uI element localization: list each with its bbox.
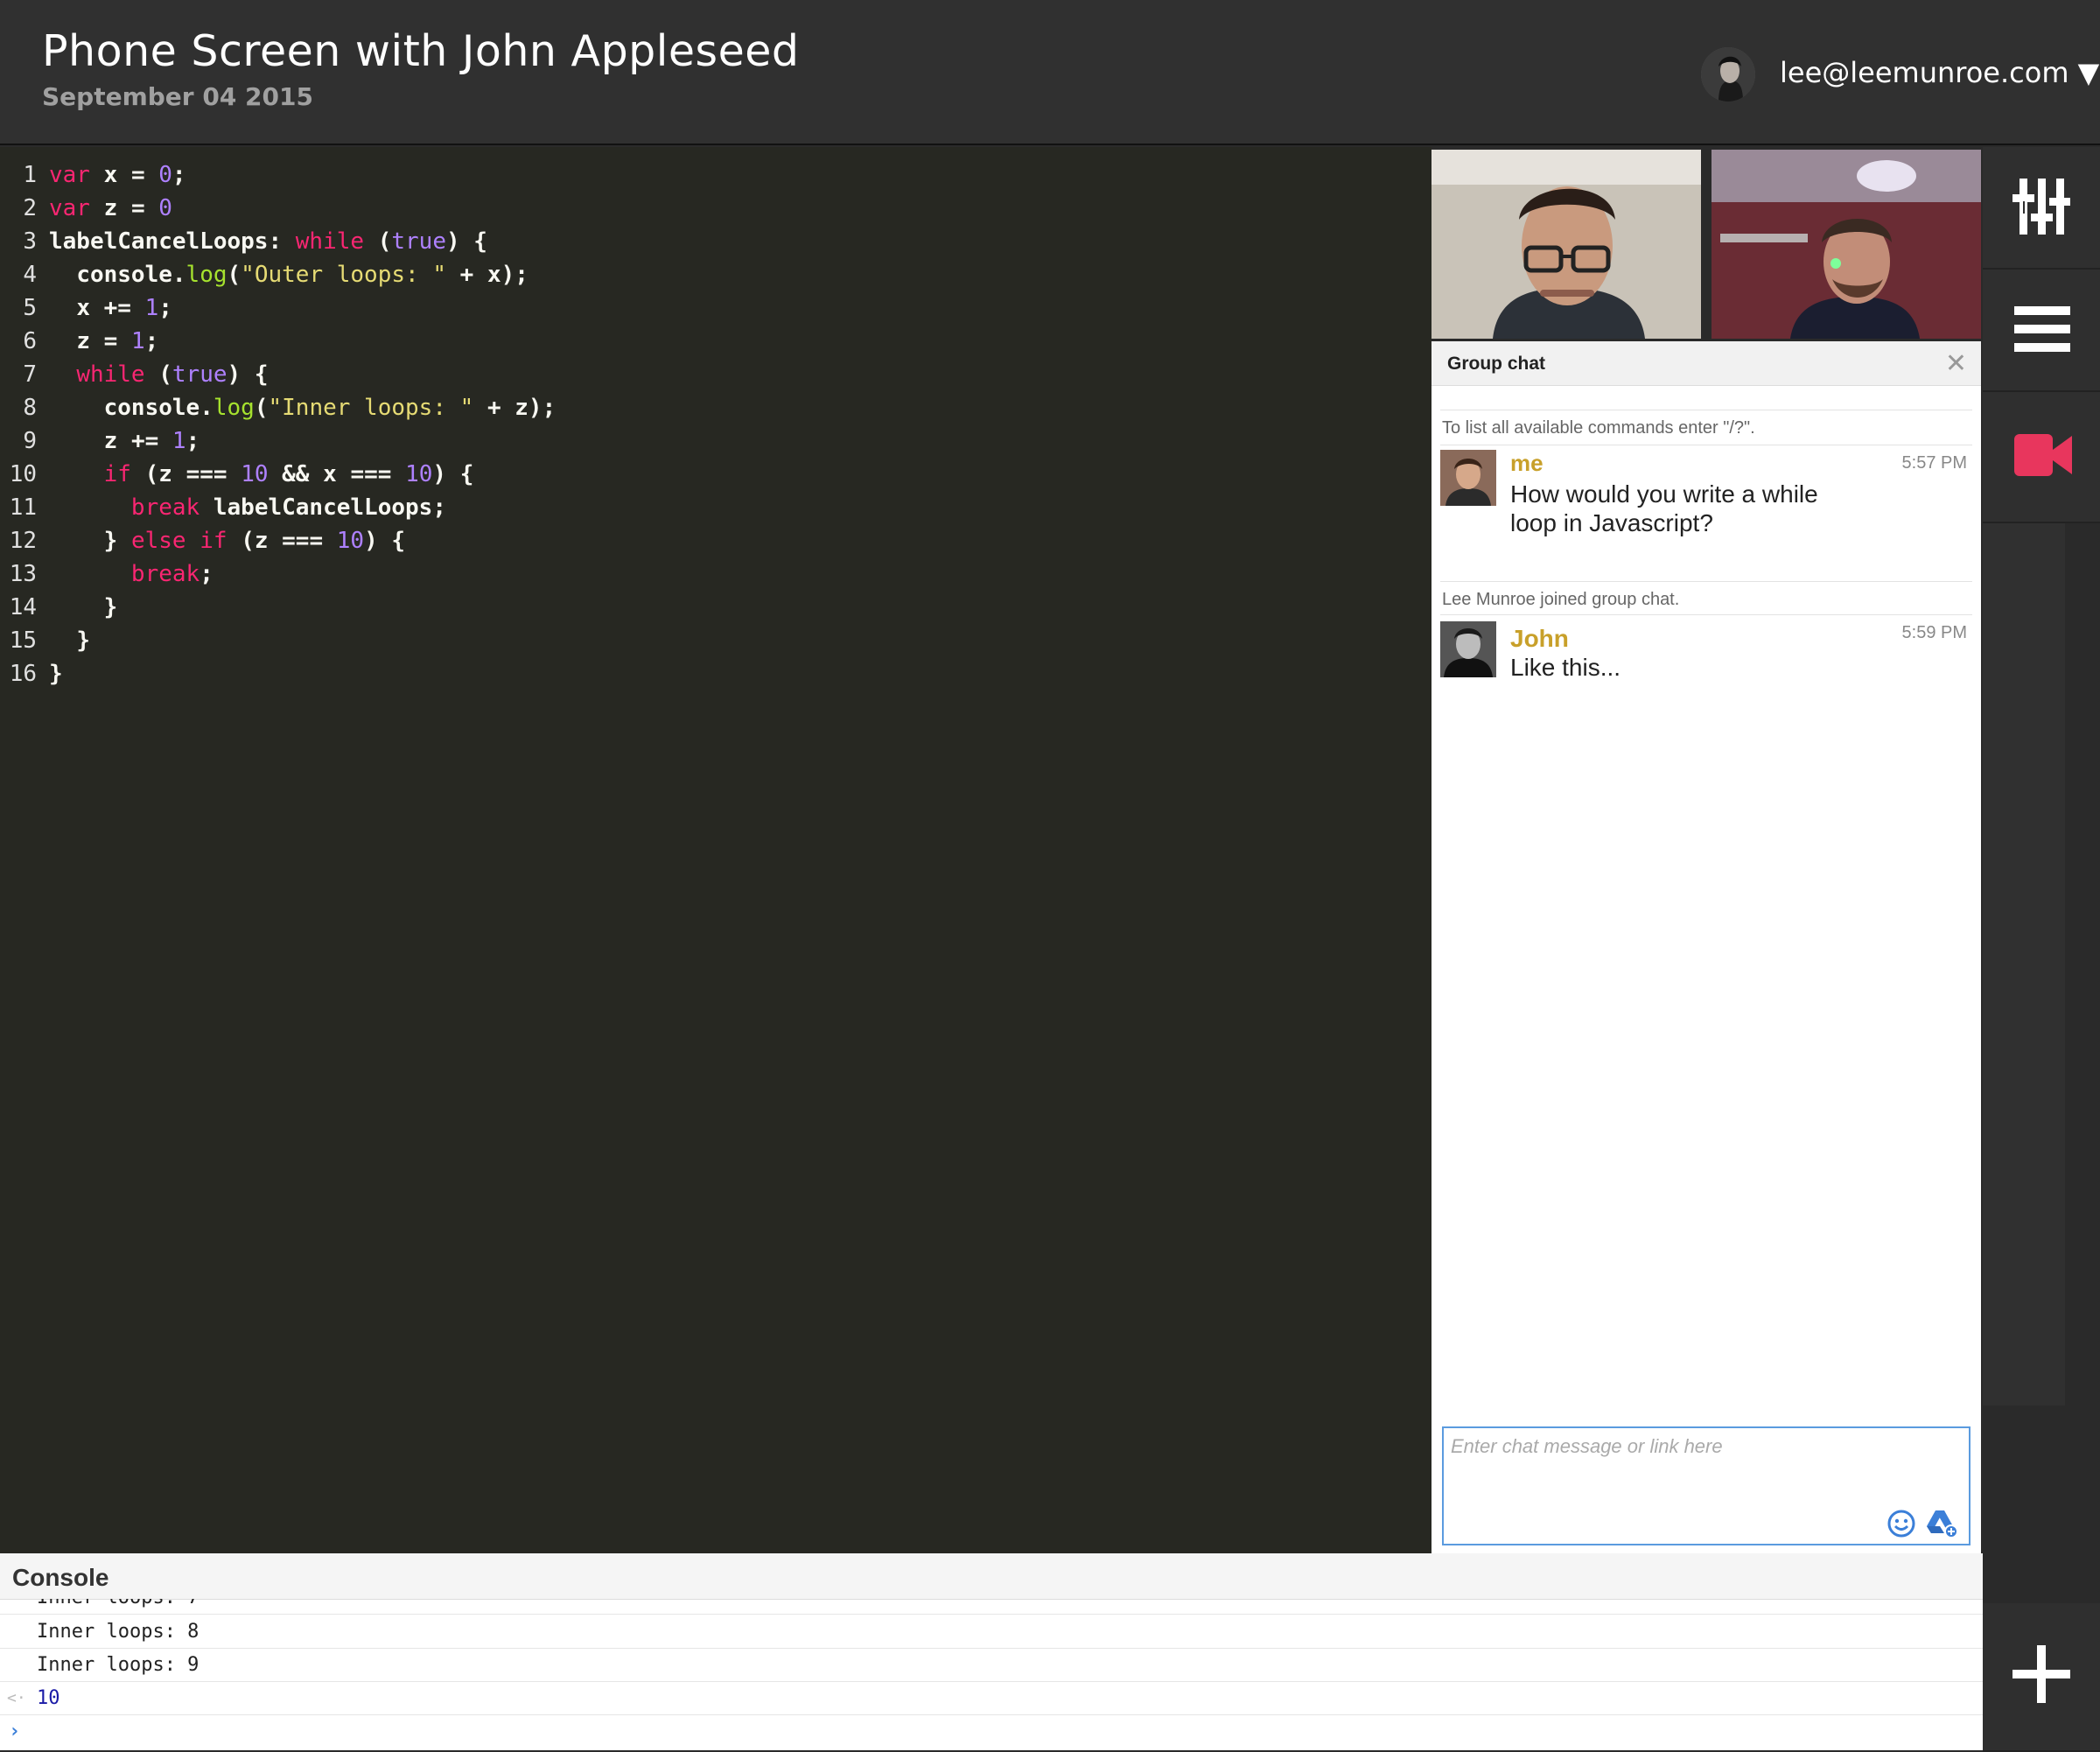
chat-message-input[interactable] (1449, 1433, 1908, 1498)
line-number: 15 (9, 627, 37, 654)
header: Phone Screen with John Appleseed Septemb… (0, 0, 2100, 145)
video-feed-self[interactable] (1432, 150, 1701, 339)
video-feed-remote[interactable] (1712, 150, 1981, 339)
line-number: 4 (23, 262, 37, 288)
session-date: September 04 2015 (42, 82, 313, 111)
code-line: 7 while (true) { (0, 358, 268, 391)
settings-button[interactable] (1983, 147, 2100, 270)
toolbar-panel (1983, 523, 2065, 1405)
console-prompt[interactable]: › (0, 1715, 1983, 1748)
console-scroll-area[interactable]: Inner loops: 7 (0, 1599, 1983, 1615)
line-number: 13 (9, 561, 37, 587)
line-number: 5 (23, 295, 37, 321)
line-number: 1 (23, 162, 37, 188)
line-number: 2 (23, 195, 37, 221)
page-title: Phone Screen with John Appleseed (42, 26, 800, 76)
code-line: 9 z += 1; (0, 424, 200, 458)
code-line: 8 console.log("Inner loops: " + z); (0, 391, 556, 424)
divider (1440, 581, 1972, 582)
line-number: 11 (9, 494, 37, 521)
line-number: 16 (9, 661, 37, 687)
prompt-icon: › (9, 1720, 21, 1742)
code-line: 6 z = 1; (0, 325, 158, 358)
code-editor[interactable]: 1 var x = 0; 2 var z = 0 3 labelCancelLoops… (0, 147, 1432, 1553)
console-line: Inner loops: 9 (0, 1649, 1983, 1682)
line-number: 3 (23, 228, 37, 255)
line-number: 8 (23, 395, 37, 421)
message-author: me (1510, 450, 1544, 476)
console-panel: Console Inner loops: 7 Inner loops: 8 In… (0, 1553, 1983, 1750)
user-avatar[interactable] (1701, 47, 1755, 102)
code-line: 12 } else if (z === 10) { (0, 524, 405, 557)
line-number: 12 (9, 528, 37, 554)
console-line: Inner loops: 7 (0, 1599, 1983, 1615)
message-author: John (1510, 625, 1569, 652)
code-line: 2 var z = 0 (0, 192, 172, 225)
code-line: 1 var x = 0; (0, 158, 186, 192)
code-line: 11 break labelCancelLoops; (0, 491, 446, 524)
avatar[interactable] (1440, 621, 1496, 677)
group-chat-panel: Group chat ✕ To list all available comma… (1432, 341, 1981, 1553)
avatar[interactable] (1440, 450, 1496, 506)
join-notice: Lee Munroe joined group chat. (1442, 590, 1680, 609)
code-line: 14 } (0, 591, 118, 624)
close-icon[interactable]: ✕ (1945, 348, 1967, 379)
message-time: 5:57 PM (1901, 453, 1967, 473)
plus-icon (2012, 1645, 2070, 1707)
chat-title: Group chat (1447, 354, 1546, 374)
message-text: Like this... (1510, 654, 1621, 681)
menu-button[interactable] (1983, 270, 2100, 392)
message-time: 5:59 PM (1901, 623, 1967, 642)
console-line: Inner loops: 8 (0, 1615, 1983, 1649)
commands-hint: To list all available commands enter "/?… (1442, 418, 1755, 438)
code-line: 5 x += 1; (0, 291, 172, 325)
google-drive-add-icon[interactable] (1925, 1509, 1958, 1538)
line-number: 7 (23, 361, 37, 388)
console-title: Console (12, 1564, 109, 1591)
result-marker: <· (7, 1689, 26, 1707)
code-line: 3 labelCancelLoops: while (true) { (0, 225, 487, 258)
right-toolbar (1983, 147, 2100, 1752)
user-menu[interactable]: lee@leemunroe.com ▼ (1780, 56, 2099, 89)
divider (1440, 614, 1972, 615)
code-line: 13 break; (0, 557, 214, 591)
code-line: 10 if (z === 10 && x === 10) { (0, 458, 474, 491)
smiley-icon[interactable] (1886, 1509, 1916, 1538)
video-camera-icon (2014, 434, 2072, 480)
line-number: 10 (9, 461, 37, 487)
line-number: 9 (23, 428, 37, 454)
chat-input-box[interactable] (1442, 1426, 1970, 1545)
code-line: 16} (0, 657, 63, 690)
code-line: 15 } (0, 624, 90, 657)
line-number: 6 (23, 328, 37, 354)
hamburger-menu-icon (2014, 305, 2070, 358)
console-result: <· 10 (0, 1682, 1983, 1715)
chat-header: Group chat ✕ (1432, 341, 1981, 386)
add-button[interactable] (1983, 1603, 2100, 1752)
message-text: How would you write a while loop in Java… (1510, 480, 1818, 536)
console-header: Console (0, 1553, 1983, 1600)
sliders-icon (2012, 179, 2070, 239)
video-button[interactable] (1983, 392, 2100, 523)
code-line: 4 console.log("Outer loops: " + x); (0, 258, 528, 291)
line-number: 14 (9, 594, 37, 620)
